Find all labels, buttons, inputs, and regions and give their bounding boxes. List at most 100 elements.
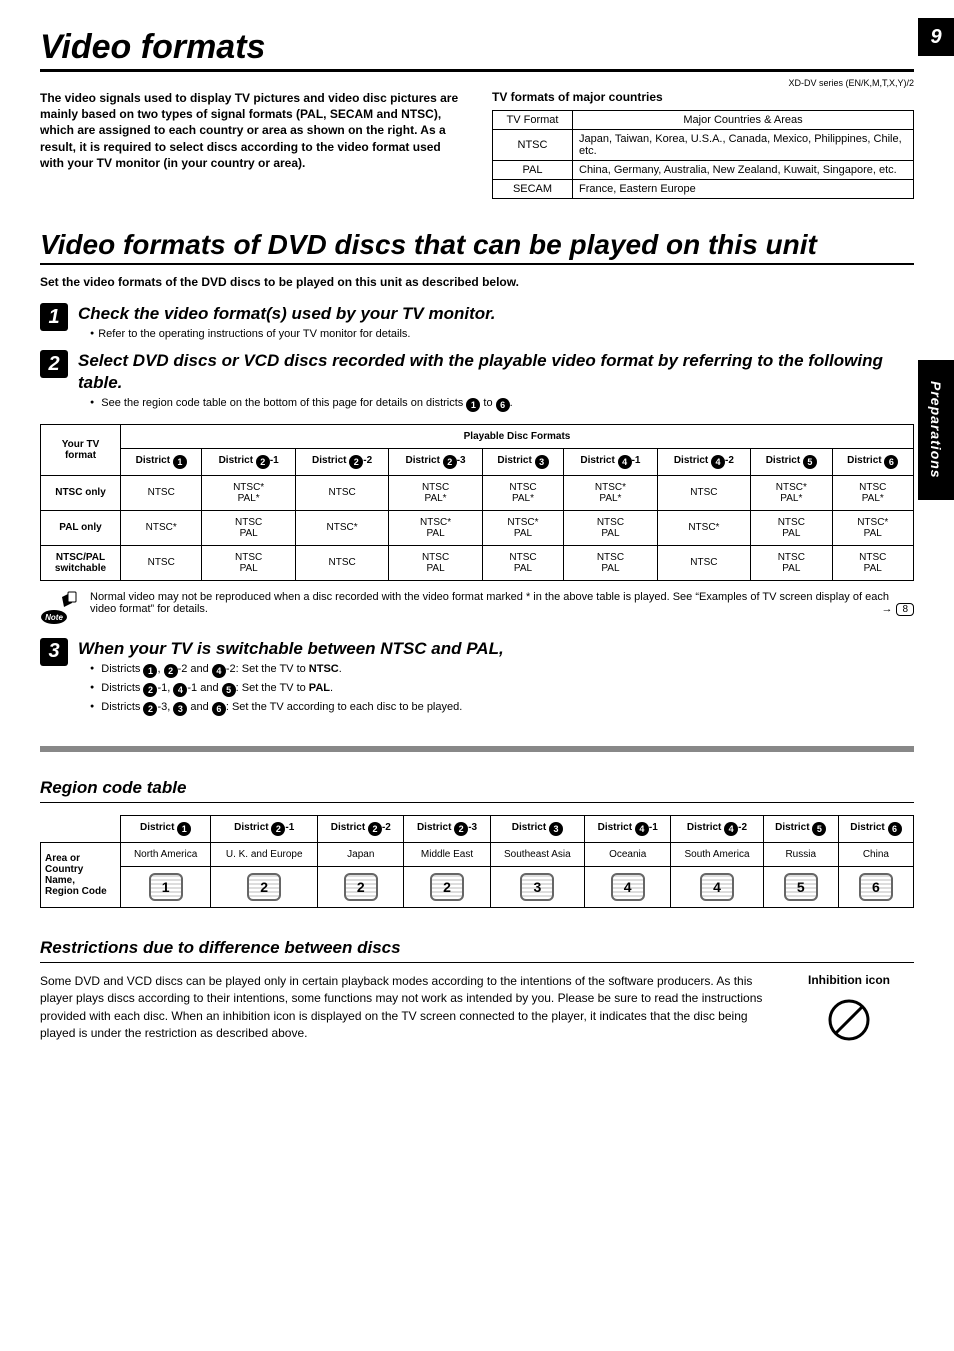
step-number-icon: 1: [40, 303, 68, 331]
set-instruction: Set the video formats of the DVD discs t…: [40, 275, 914, 289]
divider: [40, 746, 914, 752]
region-code-cell: 6: [838, 867, 913, 908]
region-code-cell: 3: [490, 867, 584, 908]
step-2-title: Select DVD discs or VCD discs recorded w…: [78, 350, 914, 393]
intro-paragraph: The video signals used to display TV pic…: [40, 90, 462, 171]
page-ref: 8: [896, 603, 914, 616]
district-header: District 5: [763, 816, 838, 843]
step-3-bullet-1: Districts 1, 2-2 and 4-2: Set the TV to …: [78, 663, 914, 678]
district-badge-icon: 2: [164, 664, 178, 678]
step-number-icon: 3: [40, 638, 68, 666]
region-area-cell: Oceania: [585, 843, 671, 867]
note-icon: Note: [40, 591, 80, 628]
series-label: XD-DV series (EN/K,M,T,X,Y)/2: [40, 78, 914, 88]
region-row-header-area: Area or Country Name,: [45, 853, 83, 886]
district-badge-icon: 6: [496, 398, 510, 412]
district-header: District 2-1: [211, 816, 318, 843]
region-code-icon: 3: [520, 873, 554, 901]
region-code-icon: 2: [430, 873, 464, 901]
region-area-cell: Middle East: [404, 843, 490, 867]
district-header: District 5: [751, 448, 832, 475]
tv-formats-table: TV Format Major Countries & Areas NTSCJa…: [492, 110, 914, 199]
divider: [40, 263, 914, 265]
district-header: District 6: [832, 448, 913, 475]
district-header: District 4-1: [564, 448, 657, 475]
step-2-bullet: See the region code table on the bottom …: [78, 397, 914, 412]
table-row: PALChina, Germany, Australia, New Zealan…: [493, 161, 914, 180]
region-code-icon: 2: [344, 873, 378, 901]
region-code-cell: 1: [121, 867, 211, 908]
region-code-cell: 2: [211, 867, 318, 908]
region-area-cell: North America: [121, 843, 211, 867]
region-code-icon: 4: [611, 873, 645, 901]
district-badge-icon: 1: [466, 398, 480, 412]
region-code-cell: 2: [404, 867, 490, 908]
region-code-cell: 5: [763, 867, 838, 908]
district-header: District 3: [490, 816, 584, 843]
district-badge-icon: 4: [212, 664, 226, 678]
region-header-row: District 1District 2-1District 2-2Distri…: [41, 816, 914, 843]
step-3-bullet-3: Districts 2-3, 3 and 6: Set the TV accor…: [78, 701, 914, 716]
district-header: District 2-2: [318, 816, 404, 843]
region-code-icon: 5: [784, 873, 818, 901]
tv-table-header-areas: Major Countries & Areas: [573, 111, 914, 130]
district-header: District 2-2: [295, 448, 388, 475]
district-header: District 4-2: [657, 448, 750, 475]
step-1-title: Check the video format(s) used by your T…: [78, 303, 914, 324]
step-1-bullet: Refer to the operating instructions of y…: [78, 328, 914, 340]
region-code-icon: 6: [859, 873, 893, 901]
district-badge-icon: 2: [143, 683, 157, 697]
district-header: District 4-1: [585, 816, 671, 843]
region-code-cell: 4: [585, 867, 671, 908]
region-code-cell: 4: [671, 867, 763, 908]
district-badge-icon: 4: [173, 683, 187, 697]
divider: [40, 802, 914, 803]
district-badge-icon: 3: [173, 702, 187, 716]
table-row: 1 2 2 2 3 4 4 5 6: [41, 867, 914, 908]
region-code-title: Region code table: [40, 778, 914, 798]
table-row: PAL onlyNTSC*NTSCPALNTSC*NTSC*PALNTSC*PA…: [41, 510, 914, 545]
district-header: District 2-3: [404, 816, 490, 843]
region-code-icon: 1: [149, 873, 183, 901]
note: Note Normal video may not be reproduced …: [40, 591, 914, 628]
region-area-cell: China: [838, 843, 913, 867]
district-header-row: District 1District 2-1District 2-2Distri…: [41, 448, 914, 475]
side-tab-preparations: Preparations: [918, 360, 954, 500]
page: 9 Preparations Video formats XD-DV serie…: [0, 0, 954, 1086]
district-badge-icon: 5: [222, 683, 236, 697]
region-code-icon: 2: [247, 873, 281, 901]
step-1: 1 Check the video format(s) used by your…: [40, 303, 914, 340]
tv-table-header-format: TV Format: [493, 111, 573, 130]
step-2: 2 Select DVD discs or VCD discs recorded…: [40, 350, 914, 412]
district-header: District 2-3: [389, 448, 482, 475]
playable-header-main: Playable Disc Formats: [121, 424, 914, 448]
region-area-cell: South America: [671, 843, 763, 867]
district-header: District 1: [121, 816, 211, 843]
table-row: NTSC onlyNTSCNTSC*PAL*NTSCNTSCPAL*NTSCPA…: [41, 475, 914, 510]
restrictions-title: Restrictions due to difference between d…: [40, 938, 914, 958]
inhibition-icon: [784, 997, 914, 1046]
playable-formats-table: Your TV format Playable Disc Formats Dis…: [40, 424, 914, 581]
table-row: NTSCJapan, Taiwan, Korea, U.S.A., Canada…: [493, 130, 914, 161]
step-3-bullet-2: Districts 2-1, 4-1 and 5: Set the TV to …: [78, 682, 914, 697]
playable-header-yourtv: Your TV format: [41, 424, 121, 475]
inhibition-icon-title: Inhibition icon: [784, 973, 914, 987]
region-code-table: District 1District 2-1District 2-2Distri…: [40, 815, 914, 908]
district-badge-icon: 1: [143, 664, 157, 678]
section-title-video-formats: Video formats: [40, 28, 914, 67]
district-header: District 6: [838, 816, 913, 843]
divider: [40, 69, 914, 72]
region-code-cell: 2: [318, 867, 404, 908]
region-area-cell: Southeast Asia: [490, 843, 584, 867]
district-header: District 3: [482, 448, 563, 475]
table-row: Area or Country Name, Region Code North …: [41, 843, 914, 867]
district-header: District 1: [121, 448, 202, 475]
table-row: NTSC/PAL switchableNTSCNTSCPALNTSCNTSCPA…: [41, 545, 914, 580]
region-code-icon: 4: [700, 873, 734, 901]
district-badge-icon: 2: [143, 702, 157, 716]
district-badge-icon: 6: [212, 702, 226, 716]
step-3-title: When your TV is switchable between NTSC …: [78, 638, 914, 659]
region-area-cell: U. K. and Europe: [211, 843, 318, 867]
divider: [40, 962, 914, 963]
district-header: District 4-2: [671, 816, 763, 843]
